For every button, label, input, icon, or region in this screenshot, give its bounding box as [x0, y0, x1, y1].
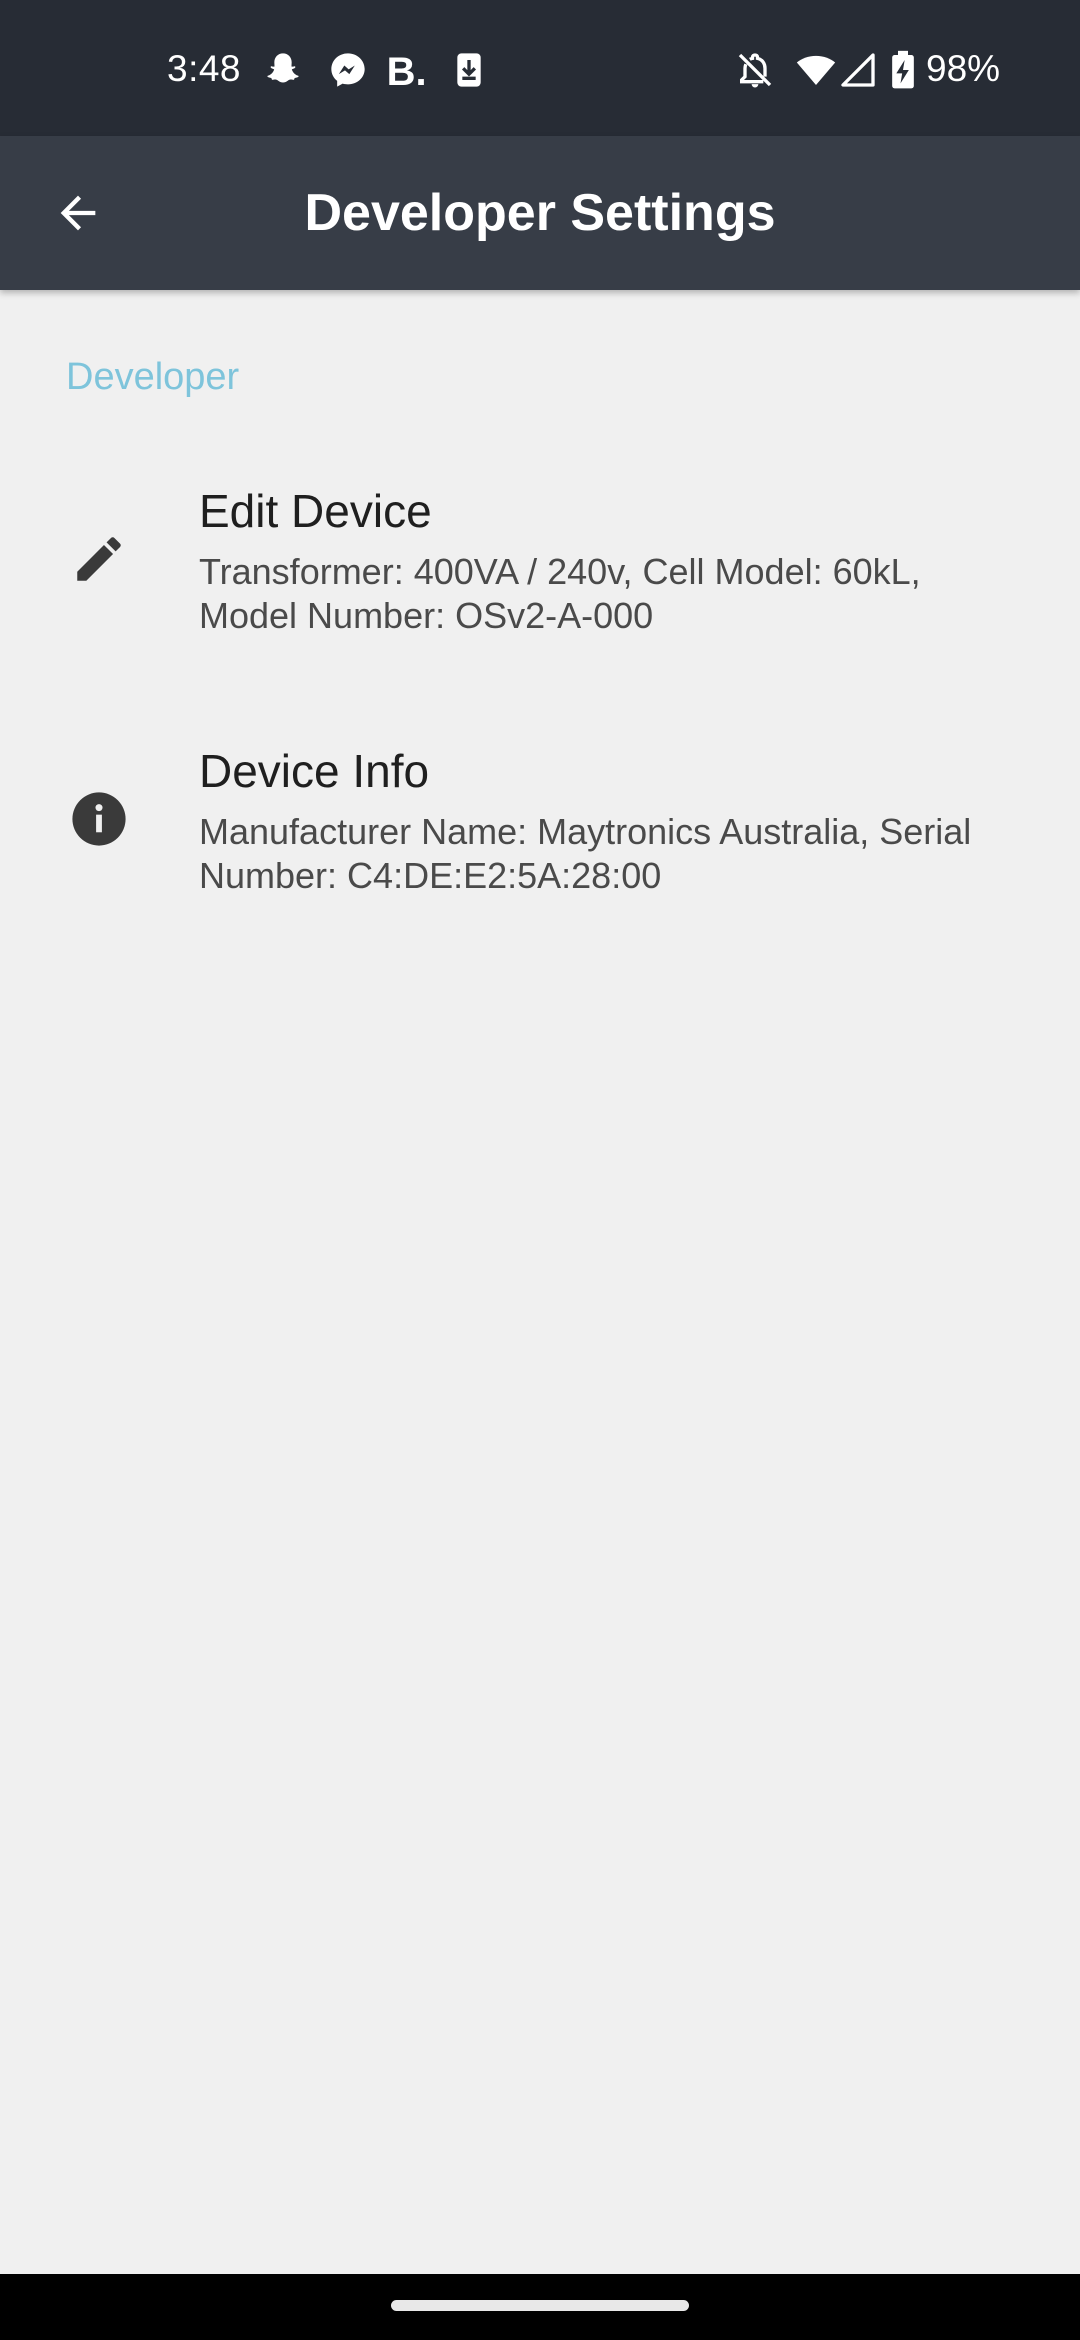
edit-device-title: Edit Device — [199, 485, 432, 537]
svg-text:B.: B. — [387, 50, 427, 90]
device-info-item[interactable]: Device Info Manufacturer Name: Maytronic… — [0, 718, 1080, 938]
status-time: 3:48 — [167, 48, 242, 89]
messenger-icon — [331, 53, 365, 87]
download-icon — [457, 53, 481, 87]
navigation-bar — [0, 2274, 1080, 2340]
device-info-summary: Manufacturer Name: Maytronics Australia,… — [199, 811, 972, 896]
b-dot-icon: B. — [387, 50, 427, 90]
device-info-title: Device Info — [199, 745, 430, 797]
battery-charging-icon — [892, 50, 914, 89]
app-bar: Developer Settings — [0, 136, 1080, 290]
info-icon — [72, 792, 126, 846]
bell-off-icon — [738, 53, 772, 88]
wifi-icon — [796, 55, 836, 85]
page-title: Developer Settings — [304, 184, 776, 242]
battery-percent: 98% — [926, 48, 1001, 89]
section-header: Developer — [66, 356, 240, 398]
snapchat-icon — [267, 53, 299, 83]
arrow-left-icon — [60, 195, 96, 231]
back-button[interactable] — [42, 171, 114, 255]
pencil-icon — [77, 537, 121, 581]
home-handle[interactable] — [391, 2300, 689, 2311]
edit-device-item[interactable]: Edit Device Transformer: 400VA / 240v, C… — [0, 458, 1080, 678]
status-bar: 3:48 B. 98% — [0, 0, 1080, 136]
edit-device-summary: Transformer: 400VA / 240v, Cell Model: 6… — [199, 551, 921, 636]
cell-signal-icon — [841, 53, 875, 87]
